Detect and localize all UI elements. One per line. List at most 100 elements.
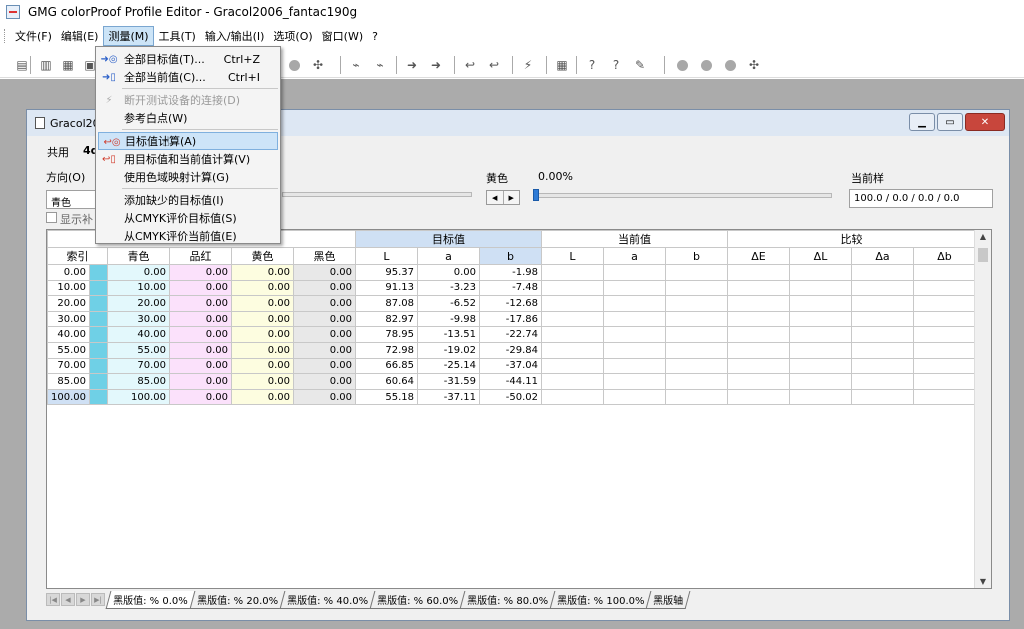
curve-icon[interactable]: ⌁ (348, 57, 364, 73)
empty-cell[interactable] (603, 310, 666, 328)
empty-cell[interactable] (541, 279, 604, 297)
cell-L[interactable]: 82.97 (355, 310, 418, 328)
menu-item-11[interactable]: 从CMYK评价目标值(S) (96, 209, 280, 227)
empty-cell[interactable] (913, 295, 976, 312)
empty-cell[interactable] (665, 310, 728, 328)
cell-y[interactable]: 0.00 (231, 357, 294, 375)
cell-k[interactable]: 0.00 (293, 373, 356, 390)
empty-cell[interactable] (665, 357, 728, 375)
cell-c[interactable]: 40.00 (107, 326, 170, 343)
disconnect-icon[interactable]: ⚡ (520, 57, 536, 73)
cell-c[interactable]: 30.00 (107, 310, 170, 328)
cyan-swatch[interactable] (89, 326, 108, 343)
empty-cell[interactable] (603, 388, 666, 406)
cell-idx[interactable]: 85.00 (47, 373, 90, 390)
circles-icon[interactable]: ✣ (746, 57, 762, 73)
dot-icon[interactable] (286, 57, 302, 73)
cell-k[interactable]: 0.00 (293, 310, 356, 328)
table-row[interactable] (48, 576, 976, 588)
scroll-up-icon[interactable]: ▲ (975, 232, 991, 241)
vertical-scrollbar[interactable]: ▲ ▼ (974, 230, 991, 588)
empty-cell[interactable] (913, 279, 976, 297)
tab-common[interactable]: 共用 (47, 144, 69, 160)
edit-icon[interactable]: ✎ (632, 57, 648, 73)
cell-c[interactable]: 85.00 (107, 373, 170, 390)
cluster-icon[interactable]: ✣ (310, 57, 326, 73)
cell-c[interactable]: 20.00 (107, 295, 170, 312)
table-row[interactable]: 0.00 0.00 0.00 0.00 0.00 95.37 0.00 -1.98 (47, 264, 976, 281)
empty-cell[interactable] (913, 310, 976, 328)
column-header[interactable]: L (355, 247, 418, 265)
cell-c[interactable]: 0.00 (107, 264, 170, 281)
empty-cell[interactable] (851, 264, 914, 281)
cell-y[interactable]: 0.00 (231, 295, 294, 312)
cell-idx[interactable]: 100.00 (47, 388, 90, 406)
table-row[interactable] (48, 452, 976, 468)
cell-idx[interactable]: 55.00 (47, 341, 90, 359)
menu-1[interactable]: 编辑(E) (57, 27, 103, 45)
cell-k[interactable]: 0.00 (293, 326, 356, 343)
cell-idx[interactable]: 10.00 (47, 279, 90, 297)
cell-a[interactable]: -3.23 (417, 279, 480, 297)
cell-m[interactable]: 0.00 (169, 264, 232, 281)
table-row[interactable] (48, 436, 976, 452)
help-icon[interactable]: ? (584, 57, 600, 73)
empty-cell[interactable] (603, 279, 666, 297)
empty-cell[interactable] (913, 373, 976, 390)
table-row[interactable]: 30.00 30.00 0.00 0.00 0.00 82.97 -9.98 -17.86 (47, 310, 976, 328)
empty-cell[interactable] (541, 264, 604, 281)
menu-2[interactable]: 测量(M) (103, 26, 154, 46)
empty-cell[interactable] (789, 357, 852, 375)
cyan-swatch[interactable] (89, 310, 108, 328)
table-row[interactable]: 55.00 55.00 0.00 0.00 0.00 72.98 -19.02 -29.84 (47, 341, 976, 359)
cell-y[interactable]: 0.00 (231, 326, 294, 343)
cell-c[interactable]: 10.00 (107, 279, 170, 297)
table-row[interactable]: 70.00 70.00 0.00 0.00 0.00 66.85 -25.14 -37.04 (47, 357, 976, 375)
scroll-thumb[interactable] (978, 248, 988, 262)
cell-y[interactable]: 0.00 (231, 373, 294, 390)
menu-item-0[interactable]: ➜◎ 全部目标值(T)... Ctrl+Z (96, 50, 280, 68)
cyan-swatch[interactable] (89, 357, 108, 375)
menu-item-7[interactable]: ↩▯ 用目标值和当前值计算(V) (96, 150, 280, 168)
sheet-tab-5[interactable]: 黑版值: % 100.0% (549, 590, 652, 609)
empty-cell[interactable] (727, 357, 790, 375)
cell-idx[interactable]: 70.00 (47, 357, 90, 375)
cell-L[interactable]: 78.95 (355, 326, 418, 343)
circle1-icon[interactable] (674, 57, 690, 73)
empty-cell[interactable] (851, 326, 914, 343)
prev-sheet-icon[interactable]: ◀ (61, 593, 75, 606)
table-row[interactable] (48, 483, 976, 499)
empty-cell[interactable] (727, 295, 790, 312)
calc2-icon[interactable]: ↩ (486, 57, 502, 73)
cell-a[interactable]: -25.14 (417, 357, 480, 375)
cell-y[interactable]: 0.00 (231, 388, 294, 406)
cell-c[interactable]: 70.00 (107, 357, 170, 375)
cell-b[interactable]: -50.02 (479, 388, 542, 406)
cell-y[interactable]: 0.00 (231, 341, 294, 359)
empty-cell[interactable] (913, 357, 976, 375)
help2-icon[interactable]: ? (608, 57, 624, 73)
calc-icon[interactable]: ↩ (462, 57, 478, 73)
next-sheet-icon[interactable]: ▶ (76, 593, 90, 606)
cell-k[interactable]: 0.00 (293, 264, 356, 281)
cell-k[interactable]: 0.00 (293, 357, 356, 375)
empty-cell[interactable] (727, 341, 790, 359)
cell-c[interactable]: 55.00 (107, 341, 170, 359)
circle3-icon[interactable] (722, 57, 738, 73)
cell-a[interactable]: -9.98 (417, 310, 480, 328)
direction-select[interactable]: 青色 (46, 190, 96, 209)
current-arrow-icon[interactable]: ➜ (428, 57, 444, 73)
cyan-swatch[interactable] (89, 279, 108, 297)
cell-L[interactable]: 55.18 (355, 388, 418, 406)
empty-cell[interactable] (851, 357, 914, 375)
cell-L[interactable]: 87.08 (355, 295, 418, 312)
sheet-tab-6[interactable]: 黑版轴 (645, 590, 691, 609)
empty-cell[interactable] (727, 326, 790, 343)
empty-cell[interactable] (789, 279, 852, 297)
spin-right-icon[interactable]: ▶ (504, 191, 520, 204)
column-header[interactable]: Δb (913, 247, 976, 265)
empty-cell[interactable] (665, 341, 728, 359)
empty-cell[interactable] (603, 264, 666, 281)
table-row[interactable] (48, 498, 976, 514)
doc-icon[interactable]: ▥ (38, 57, 54, 73)
